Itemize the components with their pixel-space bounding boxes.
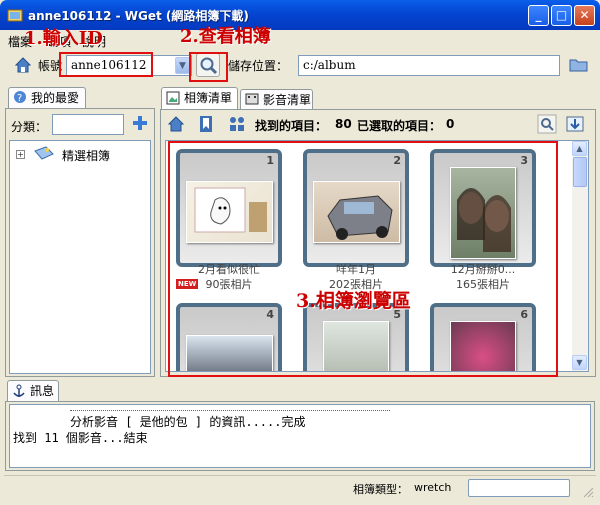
favorites-tab-label: 我的最愛 [31,91,80,105]
account-dropdown-button[interactable]: ▼ [175,57,190,74]
scroll-up-button[interactable]: ▲ [572,141,587,156]
album-search-icon[interactable] [537,114,557,137]
selected-count: 0 [446,117,455,131]
album-scrollbar[interactable]: ▲ ▼ [572,141,588,371]
log-line: 找到 11 個影音...結束 [13,431,148,445]
grid-view-icon[interactable] [228,115,246,136]
favorites-icon: ? [13,90,27,110]
messages-panel: 分析影音 [ 是他的包 ] 的資訊.....完成 找到 11 個影音...結束 [5,401,595,471]
bookmark-icon[interactable] [198,115,214,136]
scroll-down-button[interactable]: ▼ [572,355,587,370]
download-icon[interactable] [565,114,585,137]
annotation-box-browse [168,141,558,377]
album-home-icon[interactable] [167,115,185,136]
close-button[interactable]: ✕ [574,5,595,26]
status-bar: 相簿類型： wretch [4,475,596,499]
app-icon [7,7,23,23]
minimize-button[interactable]: _ [528,5,549,26]
found-count: 80 [335,117,352,131]
album-tab-icon [166,91,180,111]
messages-tab-label: 訊息 [30,384,55,398]
selected-label: 已選取的項目： [357,119,442,133]
tab-favorites[interactable]: ? 我的最愛 [8,87,86,109]
albums-tab-label: 相簿清單 [184,91,233,105]
tree-item-featured[interactable]: 精選相簿 [62,147,110,164]
home-icon[interactable] [14,56,32,74]
category-label: 分類： [11,120,48,134]
annotation-box-view [189,52,228,82]
annotation-box-id [59,52,153,77]
annotation-label-browse: 3.相簿瀏覽區 [296,290,411,312]
annotation-label-id: 1.輸入ID [24,28,103,49]
add-icon[interactable] [131,114,149,132]
found-label: 找到的項目： [255,119,328,133]
album-type-value: wretch [414,481,452,494]
maximize-button[interactable]: □ [551,5,572,26]
favorites-panel: 分類： + 精選相簿 [5,108,155,377]
tab-videos[interactable]: 影音清單 [240,89,313,109]
album-folder-icon [34,145,54,164]
folder-icon[interactable] [569,55,589,75]
svg-text:?: ? [17,93,22,104]
resize-grip-icon[interactable] [582,486,594,498]
save-location-label: 儲存位置： [228,59,289,73]
category-input[interactable] [52,114,124,135]
tab-messages[interactable]: 訊息 [7,380,59,402]
favorites-tree: + 精選相簿 [9,140,151,374]
save-path-value: c:/album [303,58,356,72]
expand-icon[interactable]: + [16,150,25,159]
log-line: 分析影音 [ 是他的包 ] 的資訊.....完成 [70,415,306,429]
tab-albums[interactable]: 相簿清單 [161,87,238,110]
scroll-thumb[interactable] [573,157,587,187]
progress-bar [468,479,570,497]
album-type-label: 相簿類型： [353,483,408,496]
log-line-partial [70,405,390,411]
save-path-input[interactable]: c:/album [298,55,560,76]
videos-tab-label: 影音清單 [263,93,312,107]
annotation-label-view: 2.查看相簿 [180,26,271,47]
message-log: 分析影音 [ 是他的包 ] 的資訊.....完成 找到 11 個影音...結束 [9,404,591,468]
